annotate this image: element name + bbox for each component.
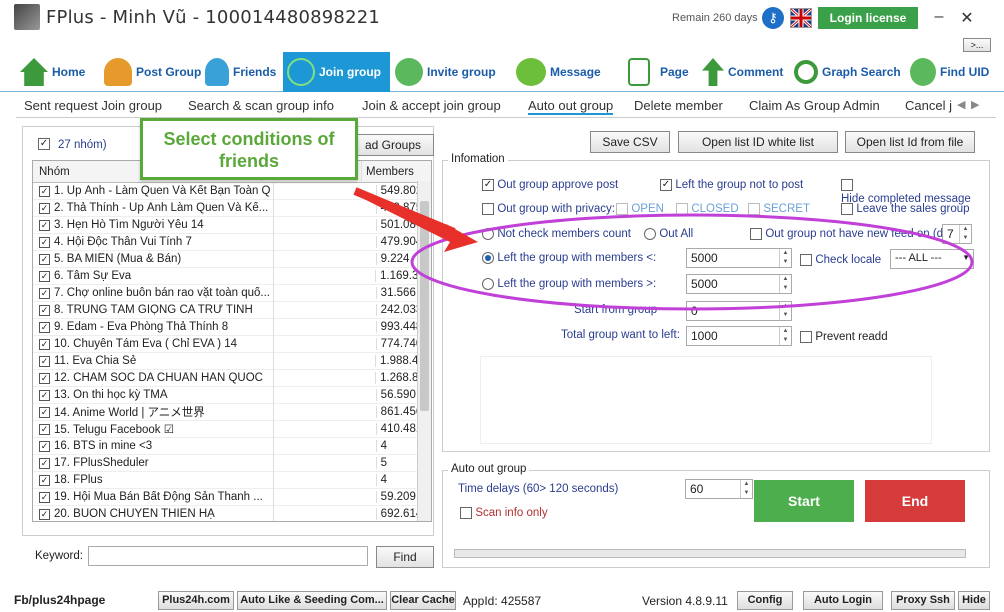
plus24h-button[interactable]: Plus24h.com (158, 591, 234, 610)
annotation-ellipse (410, 213, 974, 311)
app-id-label: AppId: 425587 (463, 594, 542, 608)
callout-text: Select conditions of friends (163, 129, 335, 171)
clear-cache-button[interactable]: Clear Cache (390, 591, 456, 610)
hide-button[interactable]: Hide (958, 591, 990, 610)
config-button[interactable]: Config (737, 591, 793, 610)
fb-page-label: Fb/plus24hpage (14, 593, 106, 607)
annotation-overlay (352, 187, 974, 311)
auto-like-button[interactable]: Auto Like & Seeding Com... (237, 591, 387, 610)
version-label: Version 4.8.9.11 (642, 594, 728, 608)
callout-box: Select conditions of friends (140, 118, 358, 180)
auto-login-button[interactable]: Auto Login (803, 591, 883, 610)
proxy-ssh-button[interactable]: Proxy Ssh (891, 591, 955, 610)
